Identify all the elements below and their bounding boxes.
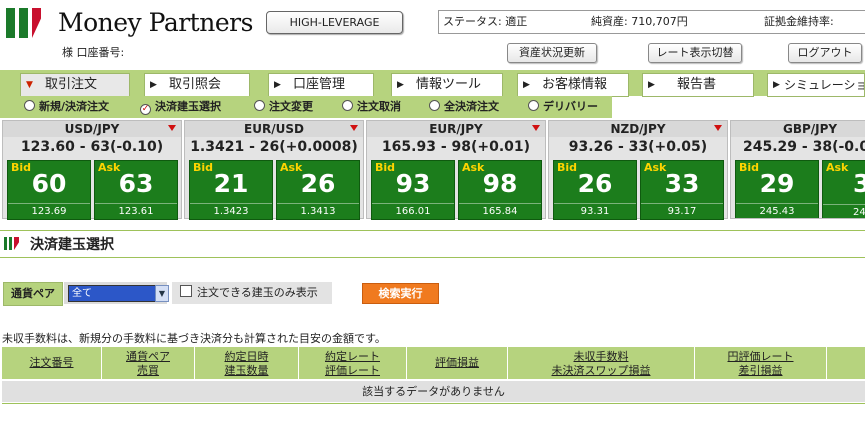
rate-panel-gbpjpy: GBP/JPY 245.29 - 38(-0.0 Bid 29 245.43 A… — [730, 120, 865, 219]
rate-panel-usdjpy: USD/JPY 123.60 - 63(-0.10) Bid 60 123.69… — [2, 120, 182, 220]
section-divider — [0, 257, 865, 258]
column-header-rates[interactable]: 約定レート 評価レート — [299, 347, 407, 379]
net-assets-label: 純資産: 710,707円 — [591, 15, 688, 28]
section-title-icon — [4, 237, 22, 250]
empty-table-message: 該当するデータがありません — [2, 381, 865, 402]
bid-button[interactable]: Bid 26 93.31 — [553, 160, 637, 220]
rate-panel-nzdjpy: NZD/JPY 93.26 - 33(+0.05) Bid 26 93.31 A… — [548, 120, 728, 220]
nav-tab-simulation[interactable]: ▶ シミュレーション — [767, 73, 865, 97]
logo-mark — [6, 8, 48, 38]
subnav-new-settlement-order[interactable]: 新規/決済注文 — [24, 96, 109, 118]
switch-rate-display-button[interactable]: レート表示切替 — [648, 43, 742, 63]
pair-dropdown-icon[interactable] — [714, 125, 722, 131]
rate-quote: 123.60 - 63(-0.10) — [20, 139, 164, 155]
account-number-label: 様 口座番号: — [62, 46, 125, 59]
checked-icon: ✓ — [140, 104, 151, 115]
nav-arrow-icon: ▶ — [523, 80, 530, 90]
rate-quote: 245.29 - 38(-0.0 — [743, 139, 865, 155]
rate-quote: 165.93 - 98(+0.01) — [381, 139, 531, 155]
pair-dropdown-icon[interactable] — [350, 125, 358, 131]
nav-arrow-icon: ▶ — [648, 80, 655, 90]
nav-tab-trade-order[interactable]: ▼ 取引注文 — [20, 73, 130, 98]
nav-tab-info-tools[interactable]: ▶ 情報ツール — [391, 73, 503, 97]
rate-pair-label: USD/JPY — [3, 121, 181, 137]
search-button[interactable]: 検索実行 — [362, 283, 439, 304]
table-bottom-border — [2, 403, 865, 404]
nav-tab-reports[interactable]: ▶ 報告書 — [642, 73, 754, 97]
radio-icon — [254, 100, 265, 111]
rate-quote: 93.26 - 33(+0.05) — [568, 139, 708, 155]
bid-button[interactable]: Bid 29 245.43 — [735, 160, 819, 218]
pair-dropdown-icon[interactable] — [532, 125, 540, 131]
page-title: 決済建玉選択 — [30, 237, 114, 253]
radio-icon — [528, 100, 539, 111]
commission-note: 未収手数料は、新規分の手数料に基づき決済分も計算された目安の金額です。 — [2, 332, 386, 345]
ask-button[interactable]: Ask 63 123.61 — [94, 160, 178, 220]
column-header-order-number[interactable]: 注文番号 — [2, 347, 102, 379]
nav-arrow-icon: ▶ — [150, 80, 157, 90]
refresh-assets-button[interactable]: 資産状況更新 — [507, 43, 597, 63]
logout-button[interactable]: ログアウト — [788, 43, 862, 63]
status-label: ステータス: 適正 — [443, 15, 528, 28]
only-orderable-filter[interactable]: 注文できる建玉のみ表示 — [172, 282, 332, 304]
bid-button[interactable]: Bid 60 123.69 — [7, 160, 91, 220]
column-header-date-quantity[interactable]: 約定日時 建玉数量 — [195, 347, 299, 379]
account-status-box: ステータス: 適正 純資産: 710,707円 証拠金維持率: — [438, 10, 865, 34]
currency-pair-select[interactable]: 全て ▼ — [64, 282, 169, 304]
ask-button[interactable]: Ask 26 1.3413 — [276, 160, 360, 220]
nav-tab-customer-info[interactable]: ▶ お客様情報 — [517, 73, 629, 97]
rate-pair-label: GBP/JPY — [731, 121, 865, 137]
nav-arrow-icon: ▶ — [397, 80, 404, 90]
nav-arrow-icon: ▶ — [274, 80, 281, 90]
subnav-modify-order[interactable]: 注文変更 — [254, 96, 313, 118]
pair-dropdown-icon[interactable] — [168, 125, 176, 131]
currency-pair-label: 通貨ペア — [3, 282, 63, 306]
rate-pair-label: NZD/JPY — [549, 121, 727, 137]
margin-ratio-label: 証拠金維持率: — [764, 15, 834, 28]
subnav-delivery[interactable]: デリバリー — [528, 96, 598, 118]
nav-arrow-icon: ▶ — [773, 80, 780, 90]
subnav-settle-all-order[interactable]: 全決済注文 — [429, 96, 499, 118]
subnav-cancel-order[interactable]: 注文取消 — [342, 96, 401, 118]
nav-tab-account-management[interactable]: ▶ 口座管理 — [268, 73, 374, 97]
column-header-commission-swap[interactable]: 未収手数料 未決済スワップ損益 — [508, 347, 695, 379]
column-header-valuation-pl[interactable]: 評価損益 — [407, 347, 508, 379]
rate-panel-eurjpy: EUR/JPY 165.93 - 98(+0.01) Bid 93 166.01… — [366, 120, 546, 220]
bid-button[interactable]: Bid 93 166.01 — [371, 160, 455, 220]
radio-icon — [342, 100, 353, 111]
nav-arrow-icon: ▼ — [26, 80, 33, 90]
chevron-down-icon[interactable]: ▼ — [155, 285, 169, 302]
logo-text: Money Partners — [58, 8, 253, 37]
section-divider — [0, 230, 865, 231]
nav-tab-trade-inquiry[interactable]: ▶ 取引照会 — [144, 73, 250, 97]
radio-icon — [24, 100, 35, 111]
rate-panel-eurusd: EUR/USD 1.3421 - 26(+0.0008) Bid 21 1.34… — [184, 120, 364, 220]
column-header-extra — [827, 347, 865, 379]
rate-pair-label: EUR/JPY — [367, 121, 545, 137]
ask-button[interactable]: Ask 38 245 — [822, 160, 865, 218]
only-orderable-label: 注文できる建玉のみ表示 — [197, 286, 318, 299]
rate-pair-label: EUR/USD — [185, 121, 363, 137]
rate-quote: 1.3421 - 26(+0.0008) — [190, 139, 358, 155]
only-orderable-checkbox[interactable] — [180, 285, 192, 297]
radio-icon — [429, 100, 440, 111]
column-header-pair-side[interactable]: 通貨ペア 売買 — [102, 347, 195, 379]
ask-button[interactable]: Ask 33 93.17 — [640, 160, 724, 220]
currency-pair-select-value[interactable]: 全て — [68, 285, 157, 302]
high-leverage-button[interactable]: HIGH-LEVERAGE — [266, 11, 403, 34]
column-header-yen-rate-net-pl[interactable]: 円評価レート 差引損益 — [695, 347, 827, 379]
ask-button[interactable]: Ask 98 165.84 — [458, 160, 542, 220]
subnav-select-position[interactable]: ✓ 決済建玉選択 — [140, 96, 221, 118]
bid-button[interactable]: Bid 21 1.3423 — [189, 160, 273, 220]
